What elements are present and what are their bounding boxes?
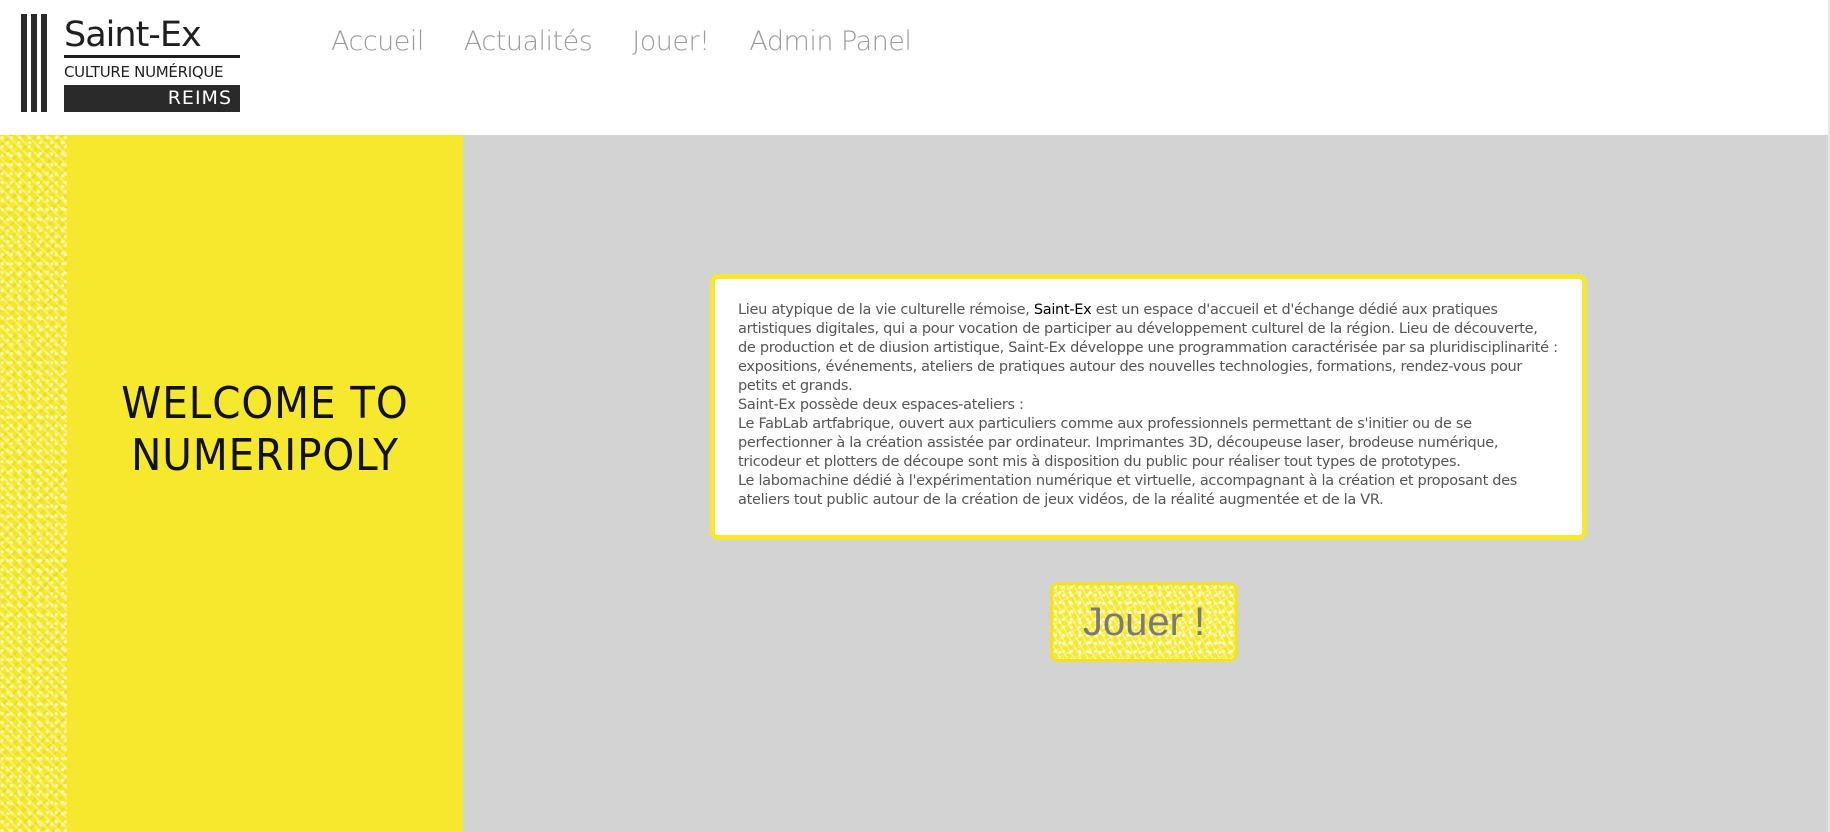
info-paragraph-labomachine: Le labomachine dédié à l'expérimentation… (738, 473, 1518, 508)
welcome-line-2: NUMERIPOLY (131, 430, 399, 481)
main-nav: Accueil Actualités Jouer! Admin Panel (331, 22, 951, 62)
main-content: Lieu atypique de la vie culturelle rémoi… (463, 135, 1830, 832)
logo-city: REIMS (167, 87, 232, 109)
welcome-line-1: WELCOME TO (121, 378, 409, 429)
logo-title: Saint-Ex (64, 15, 202, 55)
logo-divider (64, 55, 240, 58)
play-button[interactable]: Jouer ! (1050, 582, 1238, 662)
header: Saint-Ex CULTURE NUMÉRIQUE REIMS Accueil… (0, 0, 1830, 135)
welcome-title: WELCOME TO NUMERIPOLY (83, 378, 447, 482)
info-text: Lieu atypique de la vie culturelle rémoi… (738, 301, 1559, 510)
logo-city-band: REIMS (64, 85, 240, 112)
play-button-label: Jouer ! (1082, 599, 1206, 644)
info-paragraph-fablab: Le FabLab artfabrique, ouvert aux partic… (738, 416, 1499, 470)
info-card: Lieu atypique de la vie culturelle rémoi… (710, 274, 1587, 540)
intro-text-start: Lieu atypique de la vie culturelle rémoi… (738, 302, 1034, 318)
nav-admin-panel[interactable]: Admin Panel (749, 22, 911, 62)
nav-accueil[interactable]: Accueil (331, 22, 424, 62)
nav-jouer[interactable]: Jouer! (632, 22, 710, 62)
nav-actualites[interactable]: Actualités (464, 22, 593, 62)
info-paragraph-spaces: Saint-Ex possède deux espaces-ateliers : (738, 397, 1024, 413)
brand-name: Saint-Ex (1033, 302, 1092, 318)
site-logo[interactable]: Saint-Ex CULTURE NUMÉRIQUE REIMS (21, 14, 240, 112)
info-paragraph-intro: Lieu atypique de la vie culturelle rémoi… (738, 301, 1559, 396)
logo-subtitle: CULTURE NUMÉRIQUE (64, 63, 224, 81)
decorative-pattern-strip (0, 135, 67, 832)
welcome-panel: WELCOME TO NUMERIPOLY (67, 135, 463, 832)
